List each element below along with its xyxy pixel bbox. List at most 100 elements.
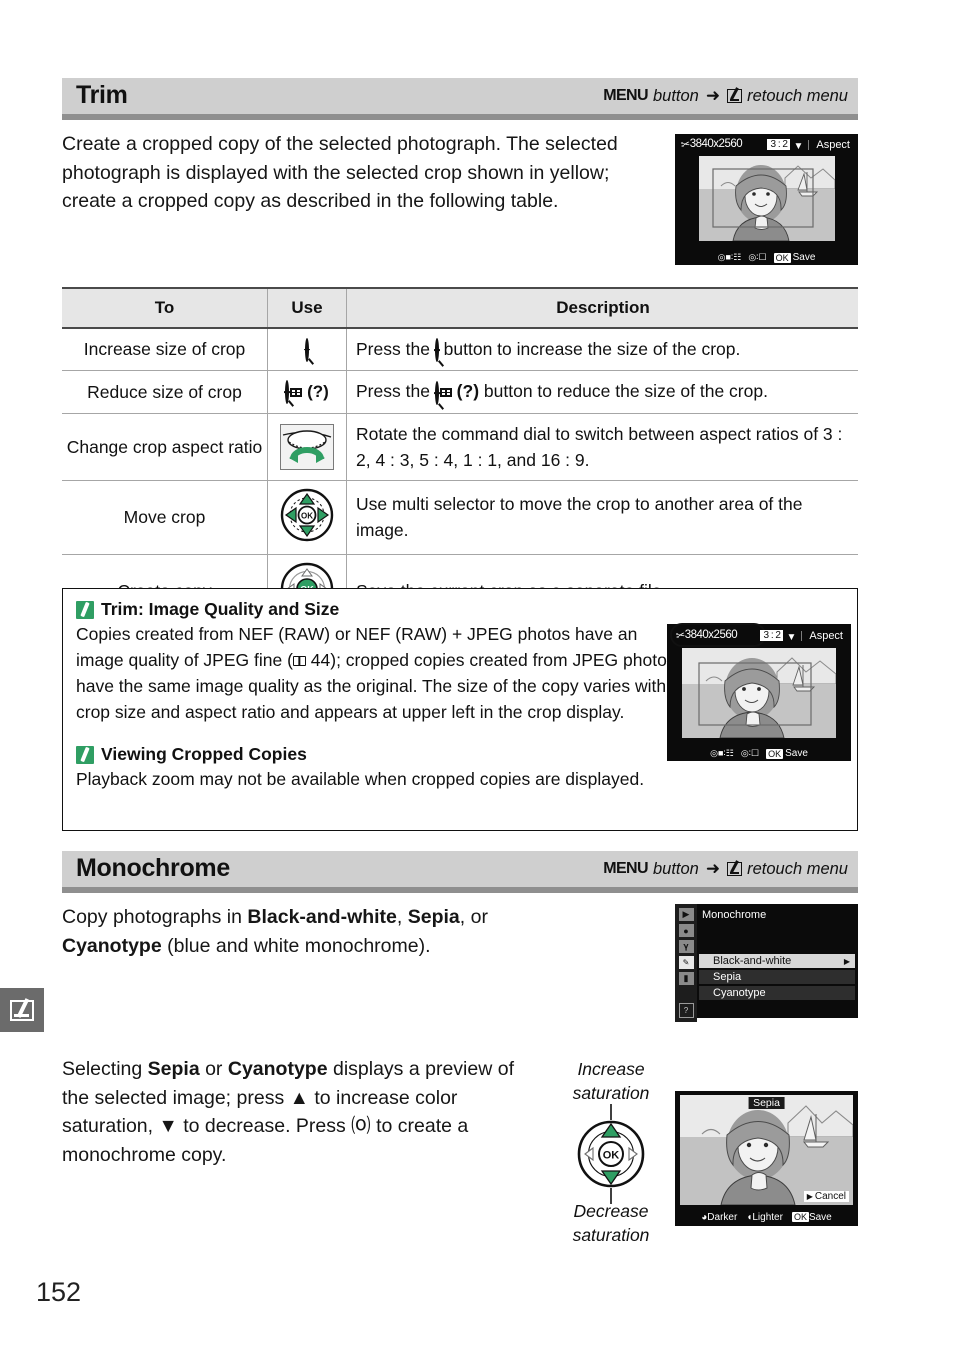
callout-decrease-line2: saturation bbox=[572, 1225, 650, 1245]
multi-selector-arrows-cell: OK bbox=[267, 480, 347, 555]
photo-illustration-2 bbox=[682, 648, 836, 738]
reference-book-icon bbox=[292, 656, 306, 667]
highlight-ellipse bbox=[670, 623, 766, 647]
aspect-readout: 3 : 2 ▼｜ Aspect bbox=[767, 137, 850, 152]
pencil-note-icon bbox=[76, 600, 94, 619]
intro-pre: Copy photographs in bbox=[62, 906, 248, 928]
row-desc-increase-crop: Press the button to increase the size of… bbox=[346, 328, 858, 372]
row-desc-aspect-ratio: Rotate the command dial to switch betwee… bbox=[346, 413, 858, 481]
menu-route-trim: MENU button ➜ retouch menu bbox=[603, 86, 848, 106]
zoom-out-hint-icon: ◎■∶☷ bbox=[717, 252, 742, 262]
second-pre: Selecting bbox=[62, 1058, 148, 1080]
command-dial-icon-cell bbox=[267, 413, 347, 481]
zoom-in-icon-inline bbox=[434, 337, 444, 368]
crop-display-screen-highlighted: ✂3840x2560 3 : 2 ▼｜ Aspect ◎■∶☷ ◎∶☐ OK S… bbox=[667, 623, 851, 761]
zoom-in-icon bbox=[305, 337, 315, 365]
menu-item-black-and-white[interactable]: Black-and-white ▶ bbox=[699, 954, 855, 968]
aspect-dial-icon: ▼｜ bbox=[793, 141, 814, 152]
menu-item-sepia[interactable]: Sepia bbox=[699, 970, 855, 984]
crop-display-screen: ✂3840x2560 3 : 2 ▼｜ Aspect ◎■∶☷ ◎∶☐ OK S… bbox=[675, 134, 858, 265]
bold-black-and-white: Black-and-white bbox=[247, 906, 397, 928]
note-body-trim-quality: Copies created from NEF (RAW) or NEF (RA… bbox=[76, 621, 676, 725]
page-title-monochrome: Monochrome bbox=[76, 853, 230, 882]
intro-mid2: , or bbox=[459, 906, 488, 928]
save-hint: OK Save bbox=[791, 1212, 832, 1223]
crop-preview-photo bbox=[699, 156, 835, 241]
table-row: Reduce size of crop (?) Press the (?) bu… bbox=[62, 370, 858, 414]
sepia-preview-screen: Sepia ▶ Cancel ◕Darker ◖Lighter OK Save bbox=[675, 1091, 858, 1226]
sidebar-tab-retouch[interactable] bbox=[0, 988, 44, 1032]
trim-intro-text: Create a cropped copy of the selected ph… bbox=[62, 133, 618, 212]
recent-tab-icon[interactable]: ▮ bbox=[678, 972, 694, 985]
cancel-badge: ▶ Cancel bbox=[803, 1191, 849, 1202]
note-title-text: Viewing Cropped Copies bbox=[101, 744, 307, 764]
crop-screen-hints-2: ◎■∶☷ ◎∶☐ OK Save bbox=[667, 748, 851, 759]
menu-tab-rail: ▶ ● 𝛄 ✎ ▮ ? bbox=[675, 904, 697, 1022]
monochrome-options-list: Black-and-white ▶ Sepia Cyanotype bbox=[699, 954, 855, 1000]
callout-increase-saturation: Increase saturation bbox=[552, 1057, 670, 1105]
help-tab-icon[interactable]: ? bbox=[678, 1003, 694, 1018]
sepia-photo-illustration bbox=[680, 1095, 853, 1205]
scissors-icon: ✂ bbox=[680, 138, 691, 152]
aspect-label: Aspect bbox=[809, 629, 843, 642]
note-reference-page: 44 bbox=[310, 650, 331, 670]
bold-sepia-2: Sepia bbox=[147, 1058, 200, 1080]
note-body-viewing-copies: Playback zoom may not be available when … bbox=[76, 769, 645, 789]
monochrome-menu-screen[interactable]: ▶ ● 𝛄 ✎ ▮ ? Monochrome Black-and-white ▶… bbox=[675, 904, 858, 1022]
second-mid1: or bbox=[199, 1058, 228, 1080]
row-desc-move-crop: Use multi selector to move the crop to a… bbox=[346, 480, 858, 555]
table-header-row: To Use Description bbox=[62, 287, 858, 329]
section-header-monochrome: Monochrome MENU button ➜ retouch menu bbox=[62, 851, 858, 893]
monochrome-second-text: Selecting Sepia or Cyanotype displays a … bbox=[62, 1055, 542, 1169]
page-number: 152 bbox=[36, 1277, 82, 1307]
multi-selector-saturation-drawing: OK bbox=[577, 1104, 645, 1204]
column-header-description: Description bbox=[346, 287, 858, 329]
button-word-label: button bbox=[652, 86, 699, 105]
multi-selector-drawing: OK bbox=[280, 488, 334, 541]
desc-pre: Press the bbox=[356, 381, 435, 402]
callout-decrease-saturation: Decrease saturation bbox=[552, 1199, 670, 1247]
arrow-right-icon: ➜ bbox=[705, 86, 721, 105]
multi-selector-arrows-icon: OK bbox=[280, 488, 334, 547]
thumbnail-grid-icon-inline bbox=[439, 388, 452, 398]
setup-tab-icon[interactable]: 𝛄 bbox=[678, 940, 694, 953]
desc-pre: Press the bbox=[356, 339, 435, 359]
pencil-note-icon bbox=[76, 745, 94, 764]
ok-badge: OK bbox=[773, 252, 791, 263]
aspect-readout-highlighted: 3 : 2 ▼｜ Aspect bbox=[760, 628, 843, 643]
menu-button-label: MENU bbox=[603, 87, 648, 104]
menu-route-monochrome: MENU button ➜ retouch menu bbox=[603, 859, 848, 879]
help-question-label: (?) bbox=[307, 382, 329, 402]
ok-badge: OK bbox=[791, 1212, 809, 1222]
trim-controls-table: To Use Description Increase size of crop… bbox=[62, 287, 858, 630]
menu-item-label: Cyanotype bbox=[713, 987, 766, 999]
zoom-out-icon-inline bbox=[434, 380, 444, 410]
row-label-increase-crop: Increase size of crop bbox=[62, 328, 268, 372]
manual-page: Trim MENU button ➜ retouch menu Create a… bbox=[0, 0, 954, 1352]
callout-decrease-line1: Decrease bbox=[573, 1201, 649, 1221]
menu-item-label: Sepia bbox=[713, 971, 742, 983]
aspect-label: Aspect bbox=[816, 138, 850, 151]
menu-item-cyanotype[interactable]: Cyanotype bbox=[699, 986, 855, 1000]
intro-post: (blue and white monochrome). bbox=[161, 934, 431, 957]
section-header-trim: Trim MENU button ➜ retouch menu bbox=[62, 78, 858, 120]
shooting-tab-icon[interactable]: ● bbox=[678, 924, 694, 937]
menu-item-label: Black-and-white bbox=[713, 955, 792, 967]
playback-icon: ▶ bbox=[806, 1192, 813, 1201]
playback-tab-icon[interactable]: ▶ bbox=[678, 908, 694, 921]
menu-button-label: MENU bbox=[603, 860, 648, 877]
aspect-dial-icon: ▼｜ bbox=[786, 632, 807, 643]
retouch-menu-icon bbox=[727, 89, 743, 103]
note-title-text: Trim: Image Quality and Size bbox=[101, 599, 340, 619]
zoom-in-icon-cell bbox=[267, 328, 347, 372]
save-hint-label: Save bbox=[785, 748, 808, 759]
desc-post: button to reduce the size of the crop. bbox=[479, 381, 768, 402]
command-dial-icon bbox=[280, 423, 334, 470]
darker-hint: ◕Darker bbox=[701, 1212, 738, 1223]
lighter-hint: ◖Lighter bbox=[746, 1212, 783, 1223]
desc-post: button to increase the size of the crop. bbox=[438, 339, 741, 359]
crop-preview-photo-2 bbox=[682, 648, 836, 738]
retouch-tab-icon[interactable]: ✎ bbox=[678, 956, 694, 969]
cancel-label: Cancel bbox=[814, 1191, 846, 1202]
thumbnail-grid-icon bbox=[290, 388, 303, 397]
